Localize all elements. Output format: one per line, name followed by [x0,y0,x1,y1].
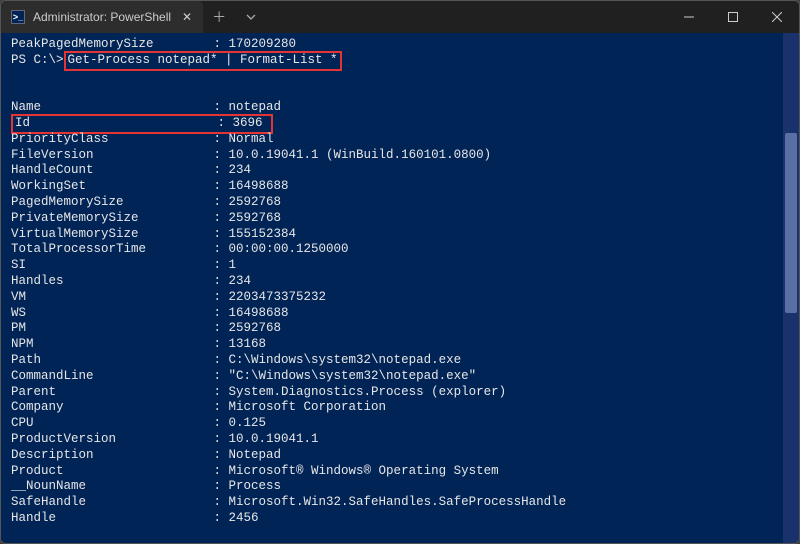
highlight-command: Get-Process notepad* | Format-List * [64,51,342,71]
minimize-button[interactable] [667,1,711,33]
vertical-scrollbar[interactable] [783,33,799,543]
app-window: >_ Administrator: PowerShell ✕ ＋ PeakPag… [0,0,800,544]
close-button[interactable] [755,1,799,33]
window-controls [667,1,799,33]
maximize-button[interactable] [711,1,755,33]
tab-title: Administrator: PowerShell [33,10,171,24]
maximize-icon [728,12,738,22]
titlebar[interactable]: >_ Administrator: PowerShell ✕ ＋ [1,1,799,33]
terminal-text: PeakPagedMemorySize : 170209280 PS C:\>G… [11,37,799,527]
scroll-thumb[interactable] [785,133,797,313]
minimize-icon [684,12,694,22]
tab-active[interactable]: >_ Administrator: PowerShell ✕ [1,1,203,33]
chevron-down-icon [246,12,256,22]
close-icon [772,12,782,22]
tabs-dropdown-button[interactable] [235,1,267,33]
titlebar-drag-area[interactable] [267,1,667,33]
terminal-output[interactable]: PeakPagedMemorySize : 170209280 PS C:\>G… [1,33,799,543]
new-tab-button[interactable]: ＋ [203,1,235,33]
tab-close-button[interactable]: ✕ [179,9,195,25]
powershell-icon: >_ [11,10,25,24]
highlight-id-row: Id : 3696 [11,114,273,134]
